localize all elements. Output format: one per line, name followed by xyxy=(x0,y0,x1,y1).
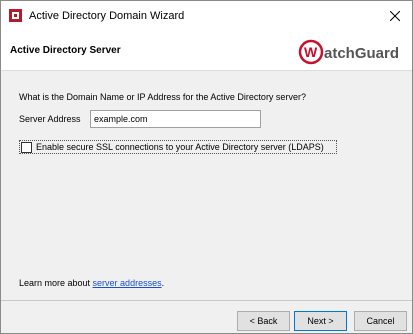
wizard-footer: < Back Next > Cancel xyxy=(1,300,412,333)
learn-more-text: Learn more about server addresses. xyxy=(19,278,164,288)
wizard-header: Active Directory Server W atchGuard xyxy=(1,31,412,71)
title-bar: Active Directory Domain Wizard xyxy=(1,1,412,31)
svg-text:atchGuard: atchGuard xyxy=(324,45,399,62)
server-address-label: Server Address xyxy=(19,114,81,124)
ssl-checkbox-row[interactable]: Enable secure SSL connections to your Ac… xyxy=(19,140,337,154)
question-text: What is the Domain Name or IP Address fo… xyxy=(19,92,306,102)
app-icon xyxy=(9,9,22,22)
ssl-checkbox-label: Enable secure SSL connections to your Ac… xyxy=(36,142,324,152)
wizard-content: What is the Domain Name or IP Address fo… xyxy=(1,72,412,293)
next-button[interactable]: Next > xyxy=(294,311,347,331)
watchguard-logo: W atchGuard xyxy=(298,39,399,65)
wizard-window: Active Directory Domain Wizard Active Di… xyxy=(0,0,413,334)
server-address-input[interactable] xyxy=(90,110,261,128)
back-button[interactable]: < Back xyxy=(237,311,290,331)
svg-text:W: W xyxy=(304,44,318,60)
server-addresses-link[interactable]: server addresses xyxy=(93,278,162,288)
learn-more-prefix: Learn more about xyxy=(19,278,93,288)
ssl-checkbox[interactable] xyxy=(21,141,32,153)
close-icon xyxy=(390,10,400,21)
cancel-button[interactable]: Cancel xyxy=(354,311,407,331)
close-button[interactable] xyxy=(378,1,412,30)
window-title: Active Directory Domain Wizard xyxy=(29,10,185,22)
learn-more-suffix: . xyxy=(161,278,165,288)
page-title: Active Directory Server xyxy=(10,45,121,56)
